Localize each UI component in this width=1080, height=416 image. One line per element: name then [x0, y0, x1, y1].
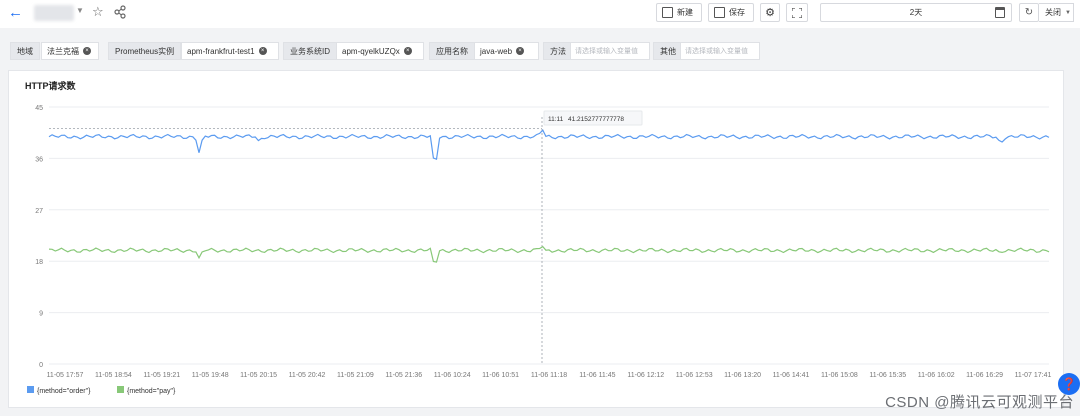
settings-button[interactable]: ⚙	[760, 3, 780, 22]
x-tick-label: 11-05 19:21	[143, 372, 180, 379]
filter-tag-text: java-web	[480, 46, 513, 56]
gear-icon: ⚙	[765, 7, 775, 19]
watermark: CSDN @腾讯云可观测平台	[885, 394, 1074, 411]
x-tick-label: 11-07 17:41	[1015, 372, 1052, 379]
auto-refresh-value: 关闭	[1045, 8, 1061, 17]
series-line-1	[48, 245, 1050, 263]
y-tick-label: 0	[39, 362, 43, 369]
legend-swatch	[117, 386, 124, 393]
y-tick-label: 9	[39, 311, 43, 318]
filter-input-other[interactable]: 请选择或输入变量值	[680, 42, 760, 60]
filter-tag-region[interactable]: 法兰克福 ×	[41, 42, 99, 60]
new-button[interactable]: 新建	[656, 3, 702, 22]
top-toolbar: ← ▼ ☆ 新建 保存 ⚙ 2天 ↻ 关闭 ▼	[0, 0, 1080, 28]
x-tick-label: 11-06 12:53	[676, 372, 713, 379]
x-tick-label: 11-06 10:51	[482, 372, 519, 379]
series-line-0	[48, 129, 1050, 161]
x-tick-label: 11-05 21:36	[385, 372, 422, 379]
save-icon	[714, 7, 725, 18]
filter-tag-app-name[interactable]: java-web ×	[474, 42, 539, 60]
clear-icon[interactable]: ×	[516, 47, 525, 55]
x-tick-label: 11-05 17:57	[47, 372, 84, 379]
chart-panel: HTTP请求数 0 9 18 27 36 45 11-05 17:57 11-05 18:54…	[8, 70, 1064, 408]
time-range-value: 2天	[909, 8, 923, 17]
x-tick-label: 11-06 12:12	[627, 372, 664, 379]
http-requests-line-chart[interactable]: 0 9 18 27 36 45 11-05 17:57 11-05 18:54 11-05 19…	[9, 71, 1065, 409]
x-tick-label: 11-06 13:20	[724, 372, 761, 379]
help-chat-icon[interactable]: ❓	[1058, 373, 1080, 395]
filter-tag-system-id[interactable]: apm-qyelkUZQx ×	[336, 42, 424, 60]
filter-tag-text: apm-frankfrut-test1	[187, 46, 255, 56]
x-tick-label: 11-06 15:08	[821, 372, 858, 379]
chevron-down-icon[interactable]: ▼	[76, 6, 84, 15]
filter-label-method: 方法	[543, 42, 573, 60]
legend-label: {method="pay"}	[127, 388, 176, 395]
refresh-button[interactable]: ↻	[1019, 3, 1039, 22]
new-button-label: 新建	[677, 8, 693, 17]
filter-label-region: 地域	[10, 42, 40, 60]
auto-refresh-select[interactable]: 关闭 ▼	[1039, 3, 1074, 22]
x-tick-label: 11-05 20:15	[240, 372, 277, 379]
tooltip-value: 41.2152777777778	[568, 116, 624, 123]
y-tick-label: 36	[35, 156, 43, 163]
filter-label-system-id: 业务系统ID	[283, 42, 337, 60]
clear-icon[interactable]: ×	[403, 47, 412, 55]
fullscreen-button[interactable]	[786, 3, 808, 22]
time-range-picker[interactable]: 2天	[820, 3, 1012, 22]
x-tick-label: 11-06 16:29	[966, 372, 1003, 379]
y-tick-label: 45	[35, 105, 43, 112]
tooltip-time: 11:11	[548, 116, 564, 123]
legend-swatch	[27, 386, 34, 393]
x-tick-label: 11-06 15:35	[869, 372, 906, 379]
x-tick-label: 11-05 18:54	[95, 372, 132, 379]
star-icon[interactable]: ☆	[92, 4, 104, 20]
new-panel-icon	[662, 7, 673, 18]
x-tick-label: 11-05 19:48	[192, 372, 229, 379]
share-icon[interactable]	[113, 4, 127, 20]
y-tick-label: 27	[35, 208, 43, 215]
variable-filter-bar: 地域 法兰克福 × Prometheus实例 apm-frankfrut-test…	[0, 36, 1080, 64]
fullscreen-icon	[792, 7, 802, 18]
calendar-icon	[995, 7, 1005, 18]
clear-icon[interactable]: ×	[258, 47, 267, 55]
x-tick-label: 11-06 10:24	[434, 372, 471, 379]
filter-input-method[interactable]: 请选择或输入变量值	[570, 42, 650, 60]
x-tick-label: 11-05 20:42	[289, 372, 326, 379]
x-tick-label: 11-06 14:41	[773, 372, 810, 379]
filter-label-app-name: 应用名称	[429, 42, 475, 60]
x-tick-label: 11-06 11:45	[579, 372, 615, 379]
dashboard-title-redacted[interactable]	[34, 5, 74, 21]
x-tick-label: 11-06 11:18	[531, 372, 567, 379]
refresh-icon: ↻	[1024, 7, 1034, 18]
save-button-label: 保存	[729, 8, 745, 17]
legend-label: {method="order"}	[37, 388, 91, 395]
filter-label-prometheus: Prometheus实例	[108, 42, 182, 60]
filter-tag-text: apm-qyelkUZQx	[342, 46, 400, 56]
chevron-down-icon: ▼	[1065, 9, 1071, 16]
save-button[interactable]: 保存	[708, 3, 754, 22]
y-tick-label: 18	[35, 259, 43, 266]
clear-icon[interactable]: ×	[83, 47, 91, 55]
back-arrow-icon[interactable]: ←	[8, 5, 24, 21]
x-tick-label: 11-05 21:09	[337, 372, 374, 379]
filter-tag-text: 法兰克福	[47, 46, 79, 56]
filter-label-other: 其他	[653, 42, 683, 60]
x-tick-label: 11-06 16:02	[918, 372, 955, 379]
filter-tag-prometheus[interactable]: apm-frankfrut-test1 ×	[181, 42, 279, 60]
